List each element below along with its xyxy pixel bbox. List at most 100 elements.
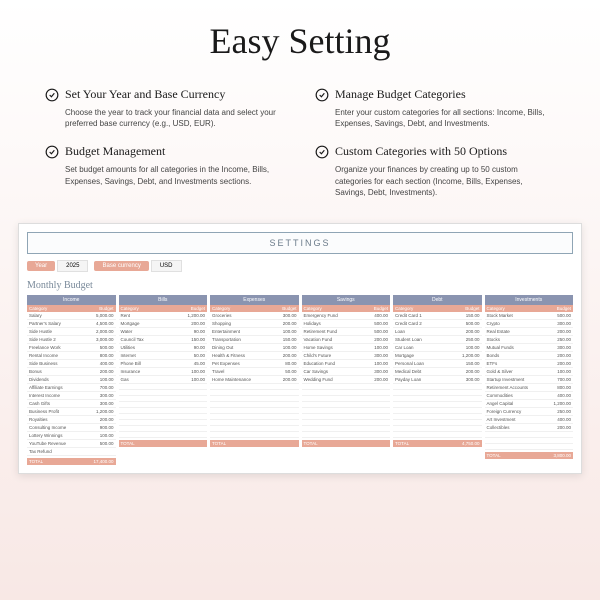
year-control[interactable]: Year 2025 [27,260,88,272]
feature-title: Budget Management [65,144,165,159]
table-row: Mortgage1,200.00 [393,352,482,360]
table-row: Education Fund100.00 [302,360,391,368]
table-row: Rent1,200.00 [119,312,208,320]
table-row: Car Savings300.00 [302,368,391,376]
table-row: Freelance Work500.00 [27,344,116,352]
table-row: Gas100.00 [119,376,208,384]
table-row: Startup Investment700.00 [485,376,574,384]
table-total: TOTAL4,750.00 [393,440,482,447]
table-head: Bills [119,295,208,305]
features-grid: Set Your Year and Base Currency Choose th… [0,87,600,198]
settings-header: SETTINGS [27,232,573,254]
feature-title: Set Your Year and Base Currency [65,87,225,102]
table-row: Gold & Silver100.00 [485,368,574,376]
table-row: Stock Market500.00 [485,312,574,320]
table-row: Phone Bill45.00 [119,360,208,368]
table-row: Side Hustle2,000.00 [27,328,116,336]
table-row: Groceries300.00 [210,312,299,320]
table-row: Water90.00 [119,328,208,336]
table-row: Crypto300.00 [485,320,574,328]
table-row: Retirement Accounts800.00 [485,384,574,392]
table-row: Mortgage200.00 [119,320,208,328]
table-row: Pet Expenses80.00 [210,360,299,368]
budget-table: SavingsCategoryBudgetEmergency Fund400.0… [302,295,391,465]
table-row: Side Business400.00 [27,360,116,368]
table-row: Travel50.00 [210,368,299,376]
table-row: Rental Income800.00 [27,352,116,360]
table-row: Bonds200.00 [485,352,574,360]
feature-desc: Organize your finances by creating up to… [315,164,555,198]
table-head: Expenses [210,295,299,305]
table-row [119,432,208,438]
table-row: Side Hustle 23,000.00 [27,336,116,344]
table-row: Car Loan100.00 [393,344,482,352]
table-row: Salary5,000.00 [27,312,116,320]
table-row [302,432,391,438]
table-row: ETFs200.00 [485,360,574,368]
feature-desc: Set budget amounts for all categories in… [45,164,285,186]
table-row [210,432,299,438]
table-row: Credit Card 2500.00 [393,320,482,328]
page-title: Easy Setting [0,0,600,87]
table-row: Wedding Fund200.00 [302,376,391,384]
currency-control[interactable]: Base currency USD [94,260,181,272]
table-row: Home Savings100.00 [302,344,391,352]
feature-desc: Enter your custom categories for all sec… [315,107,555,129]
table-row: Bonus200.00 [27,368,116,376]
table-row: Entertainment100.00 [210,328,299,336]
table-row: Business Profit1,200.00 [27,408,116,416]
table-head: Investments [485,295,574,305]
feature-item: Budget Management Set budget amounts for … [45,144,285,198]
table-row: Child's Future300.00 [302,352,391,360]
check-icon [45,88,59,102]
table-row: Shopping200.00 [210,320,299,328]
table-total: TOTAL3,800.00 [485,452,574,459]
budget-table: BillsCategoryBudgetRent1,200.00Mortgage2… [119,295,208,465]
table-row: Commodities400.00 [485,392,574,400]
table-row: Art Investment400.00 [485,416,574,424]
table-row: Foreign Currency250.00 [485,408,574,416]
table-row: Utilities90.00 [119,344,208,352]
table-total: TOTAL17,400.00 [27,458,116,465]
check-icon [45,145,59,159]
budget-table: InvestmentsCategoryBudgetStock Market500… [485,295,574,465]
feature-title: Manage Budget Categories [335,87,466,102]
feature-desc: Choose the year to track your financial … [45,107,285,129]
table-row: Loan200.00 [393,328,482,336]
budget-tables: IncomeCategoryBudgetSalary5,000.00Partne… [27,295,573,465]
table-row: Interest Income300.00 [27,392,116,400]
table-row: Payday Loan300.00 [393,376,482,384]
table-head: Debt [393,295,482,305]
feature-item: Set Your Year and Base Currency Choose th… [45,87,285,129]
table-row: Medical Debt200.00 [393,368,482,376]
table-row: Consulting Income900.00 [27,424,116,432]
table-row: Royalties200.00 [27,416,116,424]
table-row [393,432,482,438]
table-row: Council Tax150.00 [119,336,208,344]
table-row: Collectibles200.00 [485,424,574,432]
check-icon [315,145,329,159]
table-row: Vacation Fund200.00 [302,336,391,344]
table-row: Student Loan250.00 [393,336,482,344]
table-head: Savings [302,295,391,305]
table-row: Partner's Salary4,500.00 [27,320,116,328]
monthly-budget-title: Monthly Budget [27,280,573,291]
table-row: Dividends100.00 [27,376,116,384]
table-row: Mutual Funds300.00 [485,344,574,352]
table-row: Holidays500.00 [302,320,391,328]
table-row: Angel Capital1,200.00 [485,400,574,408]
table-row: Home Maintenance200.00 [210,376,299,384]
table-row: Health & Fitness200.00 [210,352,299,360]
table-row: Emergency Fund400.00 [302,312,391,320]
table-row: Personal Loan150.00 [393,360,482,368]
table-row [485,444,574,450]
table-row: Tax Refund [27,448,116,456]
table-row: Insurance100.00 [119,368,208,376]
table-head: Income [27,295,116,305]
settings-screenshot: SETTINGS Year 2025 Base currency USD Mon… [18,223,582,474]
table-total: TOTAL [119,440,208,447]
table-row: Real Estate200.00 [485,328,574,336]
table-row: Credit Card 1150.00 [393,312,482,320]
table-row: Stocks250.00 [485,336,574,344]
budget-table: ExpensesCategoryBudgetGroceries300.00Sho… [210,295,299,465]
